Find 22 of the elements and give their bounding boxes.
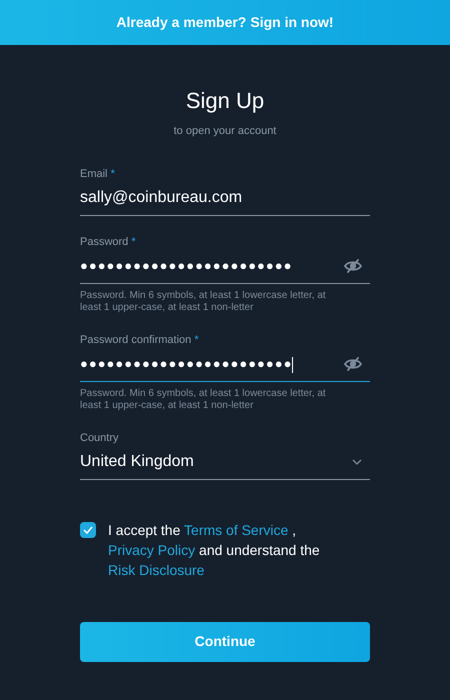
- terms-checkbox[interactable]: [80, 522, 96, 538]
- country-select[interactable]: United Kingdom: [80, 446, 370, 480]
- password-hint: Password. Min 6 symbols, at least 1 lowercase letter, at least 1 upper-case, at least 1 non-letter: [80, 388, 327, 412]
- field-label: Password *: [80, 234, 137, 250]
- email-field[interactable]: sally@coinbureau.com: [80, 182, 370, 216]
- terms-link[interactable]: Risk Disclosure: [108, 562, 204, 578]
- field-label: Email *: [80, 166, 116, 182]
- password-field[interactable]: ●●●●●●●●●●●●●●●●●●●●●●●●: [80, 250, 370, 284]
- password-field[interactable]: ●●●●●●●●●●●●●●●●●●●●●●●●: [80, 348, 370, 382]
- terms-link[interactable]: Privacy Policy: [108, 542, 196, 558]
- page-title: Sign Up: [186, 87, 264, 115]
- banner-text: Already a member?: [116, 13, 246, 32]
- eye-slash-icon[interactable]: [344, 357, 362, 371]
- password-hint: Password. Min 6 symbols, at least 1 lowercase letter, at least 1 upper-case, at least 1 non-letter: [80, 290, 327, 314]
- page-subtitle: to open your account: [174, 124, 276, 139]
- chevron-down-icon: [352, 459, 362, 465]
- terms-text: I accept the Terms of Service , Privacy Policy and understand the Risk Disclosure: [108, 520, 321, 580]
- checkmark-icon: [83, 526, 93, 534]
- field-label: Country: [80, 430, 120, 446]
- field-label: Password confirmation *: [80, 332, 200, 348]
- eye-slash-icon[interactable]: [344, 259, 362, 273]
- terms-link[interactable]: Terms of Service: [184, 522, 288, 538]
